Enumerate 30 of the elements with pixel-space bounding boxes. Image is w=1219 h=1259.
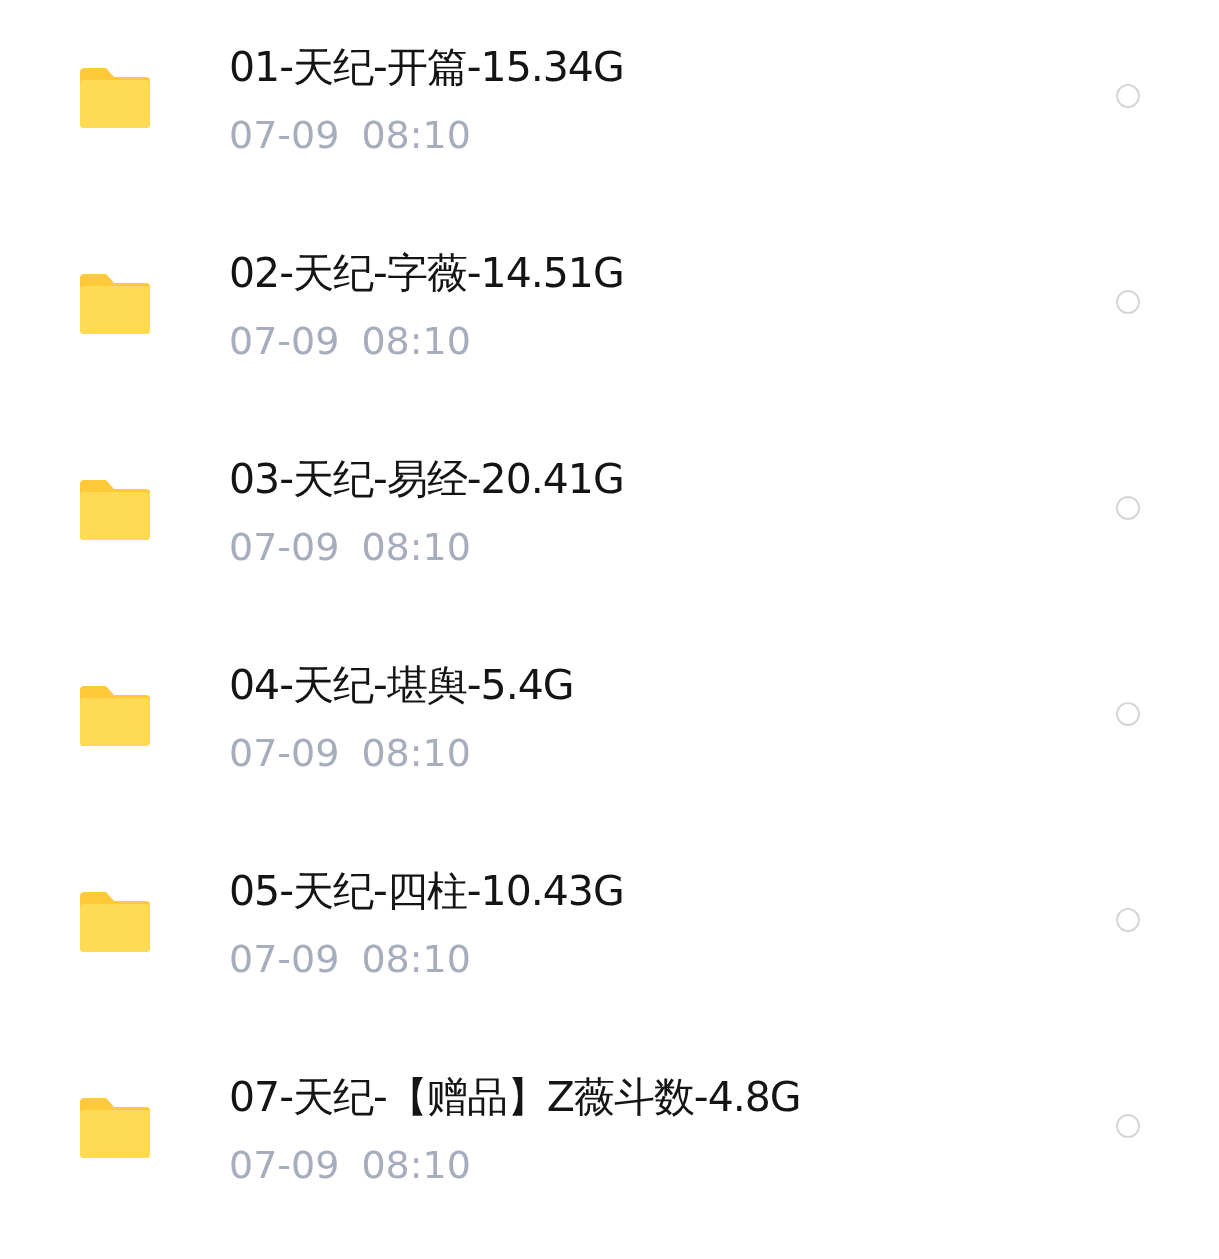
select-radio[interactable] [1116,908,1140,932]
file-date: 07-09 [229,524,340,571]
folder-icon [80,890,150,952]
select-radio[interactable] [1116,290,1140,314]
file-time: 08:10 [361,318,471,365]
folder-icon [80,66,150,128]
file-name: 03-天纪-易经-20.41G [229,454,624,505]
file-name: 05-天纪-四柱-10.43G [229,866,624,917]
file-time: 08:10 [361,1142,471,1189]
folder-icon [80,272,150,334]
file-name: 02-天纪-字薇-14.51G [229,248,624,299]
folder-icon [80,1096,150,1158]
folder-icon [80,478,150,540]
select-radio[interactable] [1116,1114,1140,1138]
file-time: 08:10 [361,730,471,777]
file-date: 07-09 [229,730,340,777]
file-name: 07-天纪-【赠品】Z薇斗数-4.8G [229,1072,801,1123]
file-date: 07-09 [229,936,340,983]
file-name: 04-天纪-堪舆-5.4G [229,660,574,711]
file-date: 07-09 [229,112,340,159]
select-radio[interactable] [1116,84,1140,108]
select-radio[interactable] [1116,702,1140,726]
file-date: 07-09 [229,1142,340,1189]
file-time: 08:10 [361,112,471,159]
file-date: 07-09 [229,318,340,365]
file-time: 08:10 [361,936,471,983]
select-radio[interactable] [1116,496,1140,520]
folder-icon [80,684,150,746]
file-time: 08:10 [361,524,471,571]
file-name: 01-天纪-开篇-15.34G [229,42,624,93]
